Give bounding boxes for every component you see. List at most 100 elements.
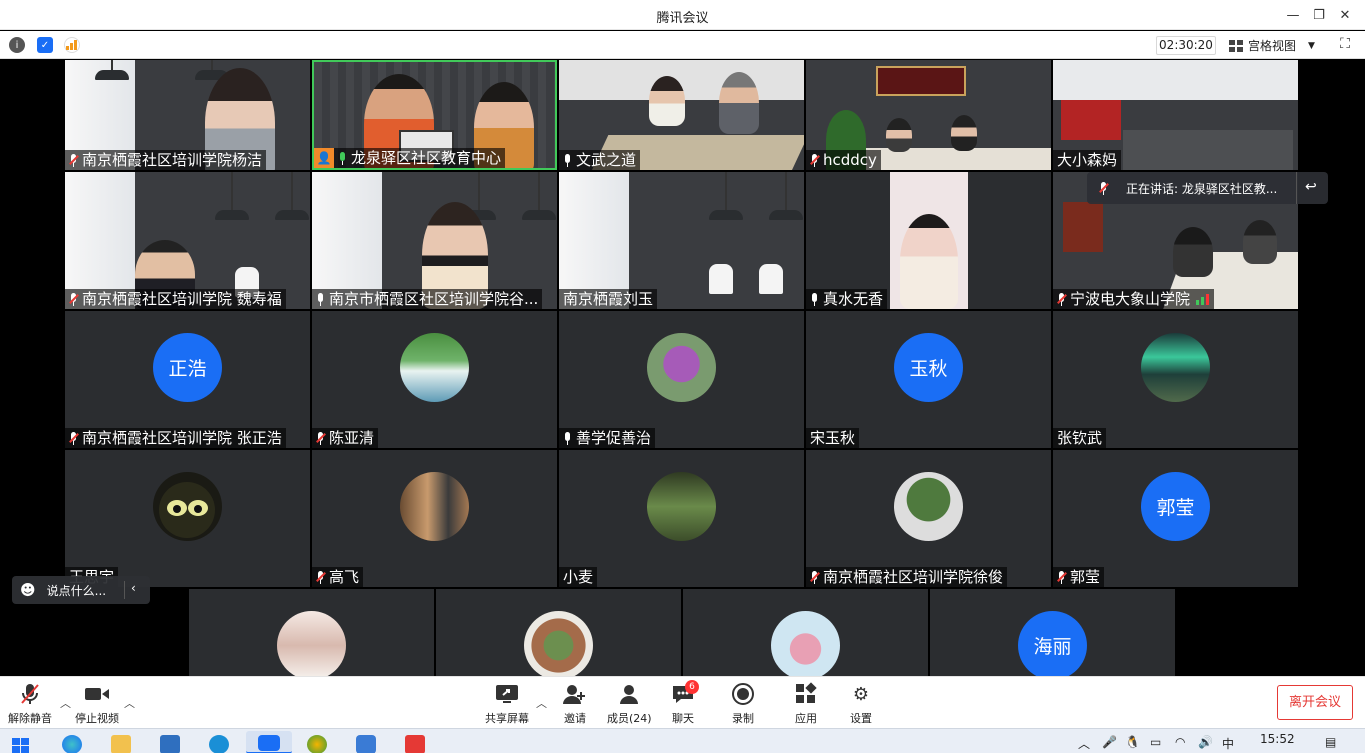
invite-button[interactable]: 邀请 [562,682,588,726]
wps-icon[interactable] [405,735,425,753]
participant-tile[interactable]: 玉秋 宋玉秋 [806,311,1051,448]
lamp [522,172,556,220]
tencent-meeting-taskbar-item[interactable] [246,731,292,753]
participant-tile[interactable]: 善学促善治 [559,311,804,448]
share-screen-button[interactable]: 共享屏幕 [485,682,529,726]
audio-level-icon [1196,294,1210,305]
participant-name: 文武之道 [576,151,637,169]
notification-icon[interactable]: ▤ [1325,735,1336,749]
wifi-tray-icon[interactable]: ◠ [1175,735,1185,749]
participant-tile[interactable]: 张钦武 [1053,311,1298,448]
participant-tile[interactable]: 郭莹 郭莹 [1053,450,1298,587]
members-button[interactable]: 成员(24) [607,682,652,726]
meeting-window: 腾讯会议 — ❐ ✕ i ✓ 02:30:20 宫格视图 ▼ ⛶ 南京栖霞社区培… [0,0,1365,753]
participant-name-bar: hcddcy [806,150,881,170]
ceiling [1053,60,1298,100]
participant-tile[interactable]: 正浩 南京栖霞社区培训学院 张正浩 [65,311,310,448]
file-explorer-icon[interactable] [111,735,131,753]
grid-view-icon [1229,39,1243,52]
volume-tray-icon[interactable]: 🔊 [1198,735,1213,749]
add-user-icon [562,682,588,706]
participant-tile[interactable]: 南京栖霞社区培训学院 魏寿福 [65,172,310,309]
chat-input[interactable]: ☻ 说点什么... ‹ [12,576,150,604]
chair [709,264,733,294]
meeting-timer: 02:30:20 [1156,36,1216,55]
participant-tile[interactable]: 真水无香 [806,172,1051,309]
ime-indicator[interactable]: 中 [1222,735,1234,752]
unmute-button[interactable]: 解除静音 [8,682,52,726]
windows-start-icon[interactable] [12,738,30,753]
close-icon[interactable]: ✕ [1322,0,1365,30]
child-avatar [771,611,840,676]
participant-tile-active-speaker[interactable]: 👤 龙泉驿区社区教育中心 [312,60,557,170]
participant-tile[interactable]: 小麦 [559,450,804,587]
participant-tile[interactable]: 南京栖霞社区培训学院徐俊 [806,450,1051,587]
chevron-up-icon[interactable]: ︿ [124,695,135,711]
battery-tray-icon[interactable]: ▭ [1150,735,1161,749]
emoji-icon[interactable]: ☻ [20,581,36,599]
app-icon[interactable] [356,735,376,753]
participant-tile[interactable]: 海丽 [930,589,1175,676]
participant-tile[interactable]: 南京市栖霞区社区培训学院谷... [312,172,557,309]
plant-avatar [894,472,963,541]
view-mode-select[interactable]: 宫格视图 ▼ [1229,36,1327,55]
participant-name: 宁波电大象山学院 [1070,290,1191,308]
edge-browser-icon[interactable] [62,735,82,753]
fullscreen-icon[interactable]: ⛶ [1335,36,1355,54]
mic-muted-icon [1057,570,1067,584]
info-icon[interactable]: i [9,37,25,53]
participant-tile[interactable]: 大小森妈 [1053,60,1298,170]
participant-tile[interactable]: 高飞 [312,450,557,587]
participant-name-bar: 👤 龙泉驿区社区教育中心 [314,148,506,168]
chevron-up-icon[interactable]: ︿ [60,695,71,711]
lamp [769,172,803,220]
mic-icon [316,292,325,306]
mail-icon[interactable] [160,735,180,753]
participant-tile[interactable]: 陈亚清 [312,311,557,448]
collapse-arrow-icon[interactable]: ↩ [1305,179,1317,195]
app-icon[interactable] [209,735,229,753]
avatar: 玉秋 [894,333,963,402]
participant-tile[interactable]: 南京栖霞刘玉 [559,172,804,309]
participant-tile[interactable] [189,589,434,676]
microphone-tray-icon[interactable]: 🎤 [1102,735,1117,749]
chevron-up-icon[interactable]: ︿ [536,695,547,711]
participant-tile[interactable]: hcddcy [806,60,1051,170]
participant-name: 真水无香 [823,290,884,308]
signal-icon[interactable] [64,37,80,53]
mic-muted-icon [17,682,43,706]
qq-tray-icon[interactable]: 🐧 [1125,735,1140,749]
members-icon [616,682,642,706]
chevron-down-icon: ▼ [1308,40,1315,51]
apps-icon [793,682,819,706]
lamp [709,172,743,220]
participant-tile[interactable]: 王思宇 [65,450,310,587]
participant-tile[interactable] [683,589,928,676]
apps-label: 应用 [795,712,817,725]
participant-name: 南京栖霞社区培训学院徐俊 [823,568,1004,586]
taskbar-clock[interactable]: 15:52 [1260,732,1295,746]
settings-button[interactable]: ⚙ 设置 [848,682,874,726]
chevron-up-icon[interactable]: ︿ [1078,735,1090,752]
apps-button[interactable]: 应用 [793,682,819,726]
mic-muted-icon [69,153,79,167]
record-button[interactable]: 录制 [730,682,756,726]
active-speaker-label: 正在讲话: 龙泉驿区社区教... [1126,181,1278,196]
participant-name-bar: 南京栖霞社区培训学院杨洁 [65,150,267,170]
participant-tile[interactable]: 南京栖霞社区培训学院杨洁 [65,60,310,170]
app-icon[interactable] [307,735,327,753]
participant-name: 宋玉秋 [810,429,856,447]
chat-button[interactable]: 6 聊天 [670,680,699,726]
participant-name-bar: 南京栖霞刘玉 [559,289,658,309]
participant-name: 南京栖霞社区培训学院 张正浩 [82,429,282,447]
participant-tile[interactable]: 文武之道 [559,60,804,170]
wall-photo [1063,202,1103,252]
chevron-left-icon[interactable]: ‹ [131,581,136,595]
participant-name: hcddcy [823,151,877,169]
participant-tile[interactable] [436,589,681,676]
leave-meeting-button[interactable]: 离开会议 [1277,685,1353,720]
shield-icon[interactable]: ✓ [37,37,53,53]
unmute-label: 解除静音 [8,712,52,725]
mic-icon [563,153,572,167]
stop-video-button[interactable]: 停止视频 [75,682,119,726]
